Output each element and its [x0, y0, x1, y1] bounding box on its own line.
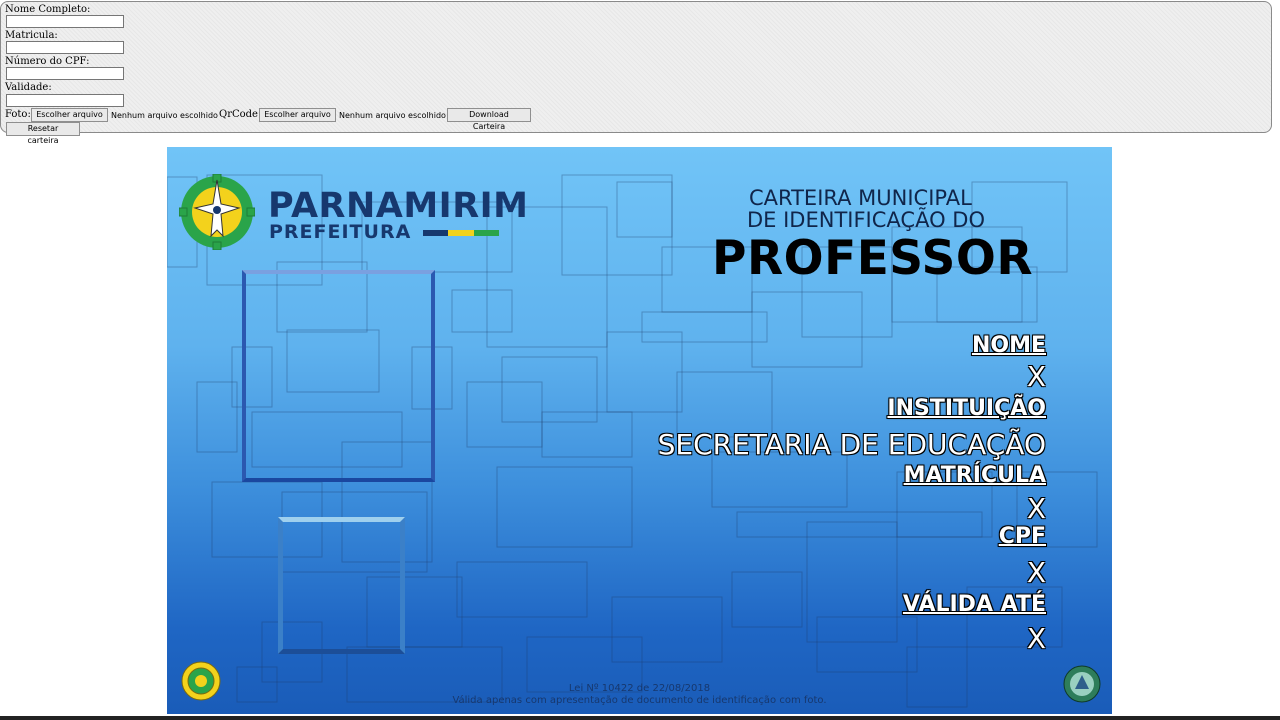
- parnamirim-emblem-icon: [179, 174, 255, 250]
- id-card: PARNAMIRIM PREFEITURA CARTEIRA MUNICIPAL…: [167, 147, 1112, 714]
- logo-flag-bar: [423, 230, 499, 236]
- nome-label: Nome Completo:: [5, 4, 91, 15]
- validade-label: Validade:: [5, 82, 52, 93]
- matricula-label: Matricula:: [5, 30, 58, 41]
- matricula-field-value: X: [1026, 492, 1046, 525]
- foto-file-status: Nenhum arquivo escolhido: [111, 111, 218, 120]
- instituicao-field-label: INSTITUIÇÃO: [887, 396, 1046, 421]
- instituicao-field-value: SECRETARIA DE EDUCAÇÃO: [657, 428, 1046, 461]
- foto-label: Foto:: [5, 109, 31, 120]
- foto-file-button[interactable]: Escolher arquivo: [31, 108, 108, 122]
- card-title-main: PROFESSOR: [712, 231, 1034, 286]
- validade-field-value: X: [1026, 622, 1046, 655]
- logo-name: PARNAMIRIM: [268, 186, 529, 226]
- cpf-input[interactable]: [6, 67, 124, 80]
- nome-field-value: X: [1026, 360, 1046, 393]
- card-form: Nome Completo: Matricula: Número do CPF:…: [0, 1, 1272, 145]
- logo-subtitle: PREFEITURA: [269, 221, 412, 243]
- validade-field-label: VÁLIDA ATÉ: [902, 592, 1046, 617]
- cpf-field-value: X: [1026, 556, 1046, 589]
- nome-input[interactable]: [6, 15, 124, 28]
- footer-law: Lei Nº 10422 de 22/08/2018: [568, 683, 711, 694]
- card-title-line2: DE IDENTIFICAÇÃO DO: [747, 208, 985, 232]
- qrcode-frame: [278, 517, 405, 654]
- reset-button[interactable]: Resetar carteira: [6, 122, 80, 145]
- cpf-field-label: CPF: [998, 524, 1046, 549]
- matricula-field-label: MATRÍCULA: [903, 463, 1046, 488]
- card-title-line1: CARTEIRA MUNICIPAL: [749, 186, 972, 210]
- qrcode-file-status: Nenhum arquivo escolhido: [339, 111, 446, 120]
- qrcode-file-button[interactable]: Escolher arquivo: [259, 108, 336, 122]
- qrcode-label: QrCode:: [219, 109, 262, 120]
- matricula-input[interactable]: [6, 41, 124, 54]
- nome-field-label: NOME: [971, 333, 1046, 358]
- footer-note: Válida apenas com apresentação de docume…: [452, 695, 827, 706]
- photo-frame: [242, 270, 435, 482]
- validade-input[interactable]: [6, 94, 124, 107]
- cpf-label: Número do CPF:: [5, 56, 90, 67]
- taskbar: [0, 716, 1280, 720]
- download-button[interactable]: Download Carteira: [447, 108, 531, 131]
